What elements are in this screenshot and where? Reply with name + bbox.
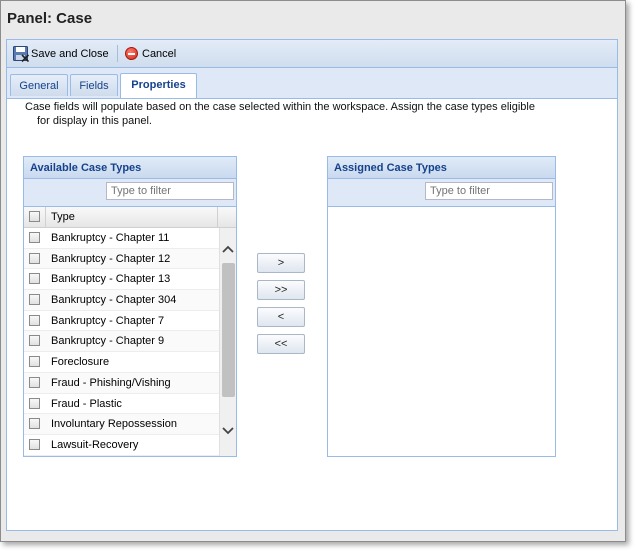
list-item[interactable]: Bankruptcy - Chapter 13 <box>24 269 236 291</box>
tab-fields[interactable]: Fields <box>70 74 118 96</box>
column-separator <box>45 207 46 227</box>
row-label: Foreclosure <box>51 356 110 369</box>
row-label: Involuntary Repossession <box>51 418 177 431</box>
tab-strip: General Fields Properties <box>7 68 617 99</box>
list-item[interactable]: Involuntary Repossession <box>24 414 236 435</box>
row-checkbox[interactable] <box>29 438 40 450</box>
row-label: Bankruptcy - Chapter 304 <box>51 294 177 307</box>
list-item[interactable]: Fraud - Plastic <box>24 394 236 415</box>
list-item[interactable]: Bankruptcy - Chapter 11 <box>24 228 236 249</box>
list-item[interactable]: Bankruptcy - Chapter 9 <box>24 331 236 353</box>
available-grid-title: Available Case Types <box>24 157 236 179</box>
row-label: Bankruptcy - Chapter 12 <box>51 252 171 265</box>
row-label: Bankruptcy - Chapter 7 <box>51 314 165 327</box>
row-label: Bankruptcy - Chapter 11 <box>51 232 170 244</box>
tab-general[interactable]: General <box>10 74 68 96</box>
available-column-header: Type <box>24 207 236 228</box>
scroll-up-icon[interactable] <box>222 244 234 256</box>
row-checkbox[interactable] <box>29 335 40 347</box>
row-checkbox[interactable] <box>29 314 40 326</box>
row-label: Bankruptcy - Chapter 9 <box>51 335 165 348</box>
panel-title: Panel: Case <box>7 10 93 27</box>
row-checkbox[interactable] <box>29 376 40 388</box>
assigned-filter-input[interactable] <box>425 182 553 200</box>
remove-selected-button[interactable]: < <box>257 307 305 327</box>
list-item[interactable]: Bankruptcy - Chapter 304 <box>24 290 236 311</box>
row-checkbox[interactable] <box>29 232 40 243</box>
cancel-button[interactable]: Cancel <box>125 45 176 62</box>
scroll-thumb[interactable] <box>222 263 235 397</box>
column-separator <box>217 207 218 227</box>
description-line-1: Case fields will populate based on the c… <box>25 101 535 113</box>
move-selected-button[interactable]: > <box>257 253 305 273</box>
save-close-icon <box>13 45 30 62</box>
row-checkbox[interactable] <box>29 252 40 264</box>
available-scrollbar[interactable] <box>219 228 236 456</box>
cancel-label: Cancel <box>142 47 177 60</box>
toolbar: Save and Close Cancel <box>7 40 617 68</box>
properties-description: Case fields will populate based on the c… <box>25 100 565 128</box>
row-checkbox[interactable] <box>29 356 40 368</box>
list-item[interactable]: Fraud - Phishing/Vishing <box>24 372 236 394</box>
assigned-list-area[interactable] <box>328 207 555 455</box>
list-item[interactable]: Foreclosure <box>24 352 236 373</box>
row-checkbox[interactable] <box>29 418 40 430</box>
save-and-close-label: Save and Close <box>31 47 109 60</box>
list-item[interactable]: Bankruptcy - Chapter 7 <box>24 311 236 332</box>
tab-properties[interactable]: Properties <box>120 73 197 98</box>
available-case-types-grid: Available Case Types Type Bankruptcy - C… <box>23 156 237 457</box>
assigned-grid-title: Assigned Case Types <box>328 157 555 179</box>
available-filter-bar <box>24 179 236 207</box>
assigned-case-types-grid: Assigned Case Types <box>327 156 556 457</box>
description-line-2: for display in this panel. <box>37 115 152 127</box>
move-all-button[interactable]: >> <box>257 280 305 300</box>
row-checkbox[interactable] <box>29 273 40 285</box>
row-checkbox[interactable] <box>29 397 40 409</box>
remove-all-button[interactable]: << <box>257 334 305 354</box>
row-label: Fraud - Phishing/Vishing <box>51 376 171 389</box>
cancel-icon <box>125 47 138 60</box>
available-filter-input[interactable] <box>106 182 234 200</box>
row-label: Bankruptcy - Chapter 13 <box>51 273 171 286</box>
list-item[interactable]: Lawsuit-Recovery <box>24 435 236 456</box>
row-checkbox[interactable] <box>29 294 40 306</box>
select-all-checkbox[interactable] <box>29 211 40 222</box>
type-column-header[interactable]: Type <box>51 207 75 227</box>
row-label: Lawsuit-Recovery <box>51 438 139 451</box>
scroll-down-icon[interactable] <box>222 426 234 438</box>
assigned-filter-bar <box>328 179 555 207</box>
toolbar-separator <box>117 45 118 62</box>
available-rows: Bankruptcy - Chapter 11 Bankruptcy - Cha… <box>24 228 236 456</box>
list-item[interactable]: Bankruptcy - Chapter 12 <box>24 248 236 270</box>
row-label: Fraud - Plastic <box>51 397 122 410</box>
panel-window: Panel: Case Save and Close Cancel Genera… <box>0 0 626 542</box>
save-and-close-button[interactable]: Save and Close <box>13 45 109 62</box>
